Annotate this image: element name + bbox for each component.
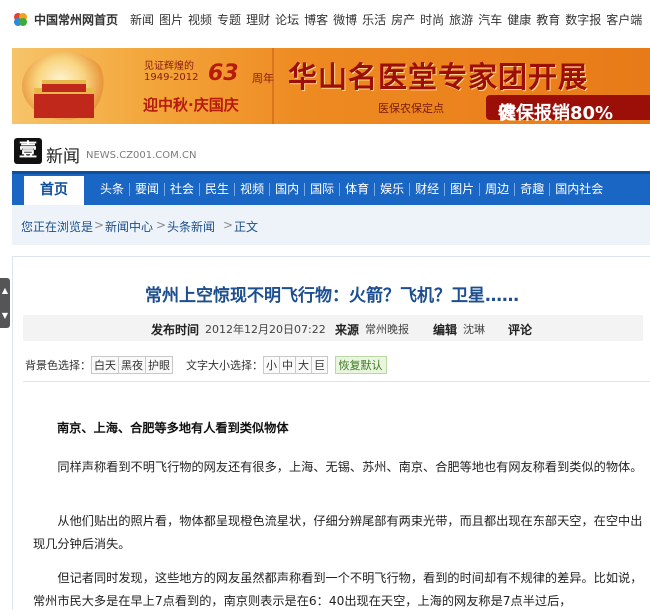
breadcrumb-separator: > <box>223 218 234 232</box>
article: 常州上空惊现不明飞行物：火箭？飞机？卫星…… 发布时间 2012年12月20日0… <box>12 256 650 610</box>
topnav-link[interactable]: 客户端 <box>606 11 642 28</box>
nav-tab[interactable]: 周边 <box>479 183 514 196</box>
nav-tab[interactable]: 奇趣 <box>514 183 549 196</box>
font-huge-button[interactable]: 巨 <box>311 356 328 374</box>
banner-anniversary-number: 63 <box>208 61 239 86</box>
bg-color-label: 背景色选择： <box>25 359 91 372</box>
topnav-link[interactable]: 数字报 <box>565 11 601 28</box>
breadcrumb-label: 您正在浏览是 <box>21 220 94 234</box>
banner-anniversary-suffix: 周年 <box>252 72 274 85</box>
nav-tab[interactable]: 国内 <box>269 183 304 196</box>
nav-tab[interactable]: 图片 <box>444 183 479 196</box>
nav-tab[interactable]: 财经 <box>409 183 444 196</box>
banner-insurance-text: 医保农保定点 <box>378 102 444 115</box>
meta-source-label: 来源 <box>335 323 360 337</box>
article-meta: 发布时间 2012年12月20日07:22 来源 常州晚报 编辑 沈琳 评论 <box>23 315 643 341</box>
banner-festival: 迎中秋·庆国庆 <box>143 96 239 114</box>
nav-tab[interactable]: 国际 <box>304 183 339 196</box>
font-small-button[interactable]: 小 <box>263 356 280 374</box>
channel-logo[interactable]: 壹 <box>14 138 42 164</box>
nav-items: 头条 要闻 社会 民生 视频 国内 国际 体育 娱乐 财经 图片 周边 奇趣 国… <box>90 183 608 196</box>
topnav-link[interactable]: 论坛 <box>275 11 299 28</box>
topnav-link[interactable]: 微博 <box>333 11 357 28</box>
breadcrumb-item[interactable]: 头条新闻 <box>167 218 215 235</box>
topnav-link[interactable]: 图片 <box>159 11 183 28</box>
font-size-label: 文字大小选择： <box>186 359 263 372</box>
topnav-link[interactable]: 健康 <box>507 11 531 28</box>
nav-tab[interactable]: 社会 <box>164 183 199 196</box>
channel-url: NEWS.CZ001.COM.CN <box>86 150 197 161</box>
topnav-link[interactable]: 乐活 <box>362 11 386 28</box>
site-logo-icon[interactable] <box>12 11 29 27</box>
scroll-up-icon[interactable]: ▲ <box>0 278 10 303</box>
topnav-link[interactable]: 博客 <box>304 11 328 28</box>
nav-tab[interactable]: 娱乐 <box>374 183 409 196</box>
banner-years: 1949-2012 <box>144 72 199 83</box>
meta-editor-value: 沈琳 <box>463 323 485 336</box>
main-nav: 首页 头条 要闻 社会 民生 视频 国内 国际 体育 娱乐 财经 图片 周边 奇… <box>12 171 650 205</box>
bg-day-button[interactable]: 白天 <box>91 356 119 374</box>
site-home-link[interactable]: 中国常州网首页 <box>34 11 118 28</box>
topnav-link[interactable]: 房产 <box>391 11 415 28</box>
banner-line1: 见证辉煌的 <box>144 61 194 72</box>
meta-time-label: 发布时间 <box>151 323 200 337</box>
nav-tab-home[interactable]: 首页 <box>24 176 84 205</box>
meta-source-value[interactable]: 常州晚报 <box>365 321 409 337</box>
topnav-link[interactable]: 专题 <box>217 11 241 28</box>
meta-comment-link[interactable]: 评论 <box>508 321 532 338</box>
article-subheading: 南京、上海、合肥等多地有人看到类似物体 <box>57 421 289 435</box>
banner-headline: 华山名医堂专家团开展 <box>288 60 589 94</box>
topnav-link[interactable]: 旅游 <box>449 11 473 28</box>
topnav-link[interactable]: 时尚 <box>420 11 444 28</box>
topnav-link[interactable]: 汽车 <box>478 11 502 28</box>
meta-time-value: 2012年12月20日07:22 <box>205 323 326 336</box>
nav-tab[interactable]: 要闻 <box>129 183 164 196</box>
bg-eyecare-button[interactable]: 护眼 <box>145 356 173 374</box>
article-paragraph: 从他们贴出的照片看，物体都呈现橙色流星状，仔细分辨尾部有两束光带，而且都出现在东… <box>33 514 643 551</box>
reset-default-button[interactable]: 恢复默认 <box>334 356 387 374</box>
channel-title: 新闻 <box>46 147 80 167</box>
reading-options: 背景色选择： 白天 黑夜 护眼 文字大小选择：小中大巨 恢复默认 <box>25 356 387 374</box>
topnav-link[interactable]: 新闻 <box>130 11 154 28</box>
topnav-link[interactable]: 教育 <box>536 11 560 28</box>
banner-gate-graphic <box>34 80 94 118</box>
nav-tab[interactable]: 头条 <box>90 183 129 196</box>
ad-banner[interactable]: 见证辉煌的 1949-2012 63 周年 迎中秋·庆国庆 华山名医堂专家团开展… <box>12 48 650 124</box>
breadcrumb: 您正在浏览是 > 新闻中心 > 头条新闻 > 正文 <box>12 205 650 245</box>
article-title: 常州上空惊现不明飞行物：火箭？飞机？卫星…… <box>145 286 519 306</box>
side-scroll-widget[interactable]: ▲ ▼ <box>0 278 10 328</box>
nav-tab[interactable]: 体育 <box>339 183 374 196</box>
site-topbar: 中国常州网首页 新闻 图片 视频 专题 理财 论坛 博客 微博 乐活 房产 时尚… <box>0 0 650 38</box>
article-paragraph: 但记者同时发现，这些地方的网友虽然都声称看到一个不明飞行物，看到的时间却有不规律… <box>33 571 643 608</box>
banner-divider <box>272 48 274 124</box>
article-paragraph: 同样声称看到不明飞行物的网友还有很多，上海、无锡、苏州、南京、合肥等地也有网友称… <box>57 460 643 474</box>
site-topnav: 新闻 图片 视频 专题 理财 论坛 博客 微博 乐活 房产 时尚 旅游 汽车 健… <box>130 11 647 28</box>
font-medium-button[interactable]: 中 <box>279 356 296 374</box>
breadcrumb-separator: > <box>156 218 167 232</box>
breadcrumb-item: 正文 <box>234 220 259 234</box>
bg-night-button[interactable]: 黑夜 <box>118 356 146 374</box>
font-large-button[interactable]: 大 <box>295 356 312 374</box>
topnav-link[interactable]: 理财 <box>246 11 270 28</box>
breadcrumb-item[interactable]: 新闻中心 <box>105 218 153 235</box>
meta-editor-label: 编辑 <box>433 323 458 337</box>
nav-tab[interactable]: 民生 <box>199 183 234 196</box>
nav-tab[interactable]: 国内社会 <box>549 183 608 196</box>
topnav-link[interactable]: 视频 <box>188 11 212 28</box>
breadcrumb-separator: > <box>94 218 105 232</box>
article-divider <box>23 381 650 382</box>
nav-tab[interactable]: 视频 <box>234 183 269 196</box>
banner-reimburse-badge: 农保报销80% 健 <box>486 95 650 124</box>
scroll-down-icon[interactable]: ▼ <box>0 303 10 328</box>
